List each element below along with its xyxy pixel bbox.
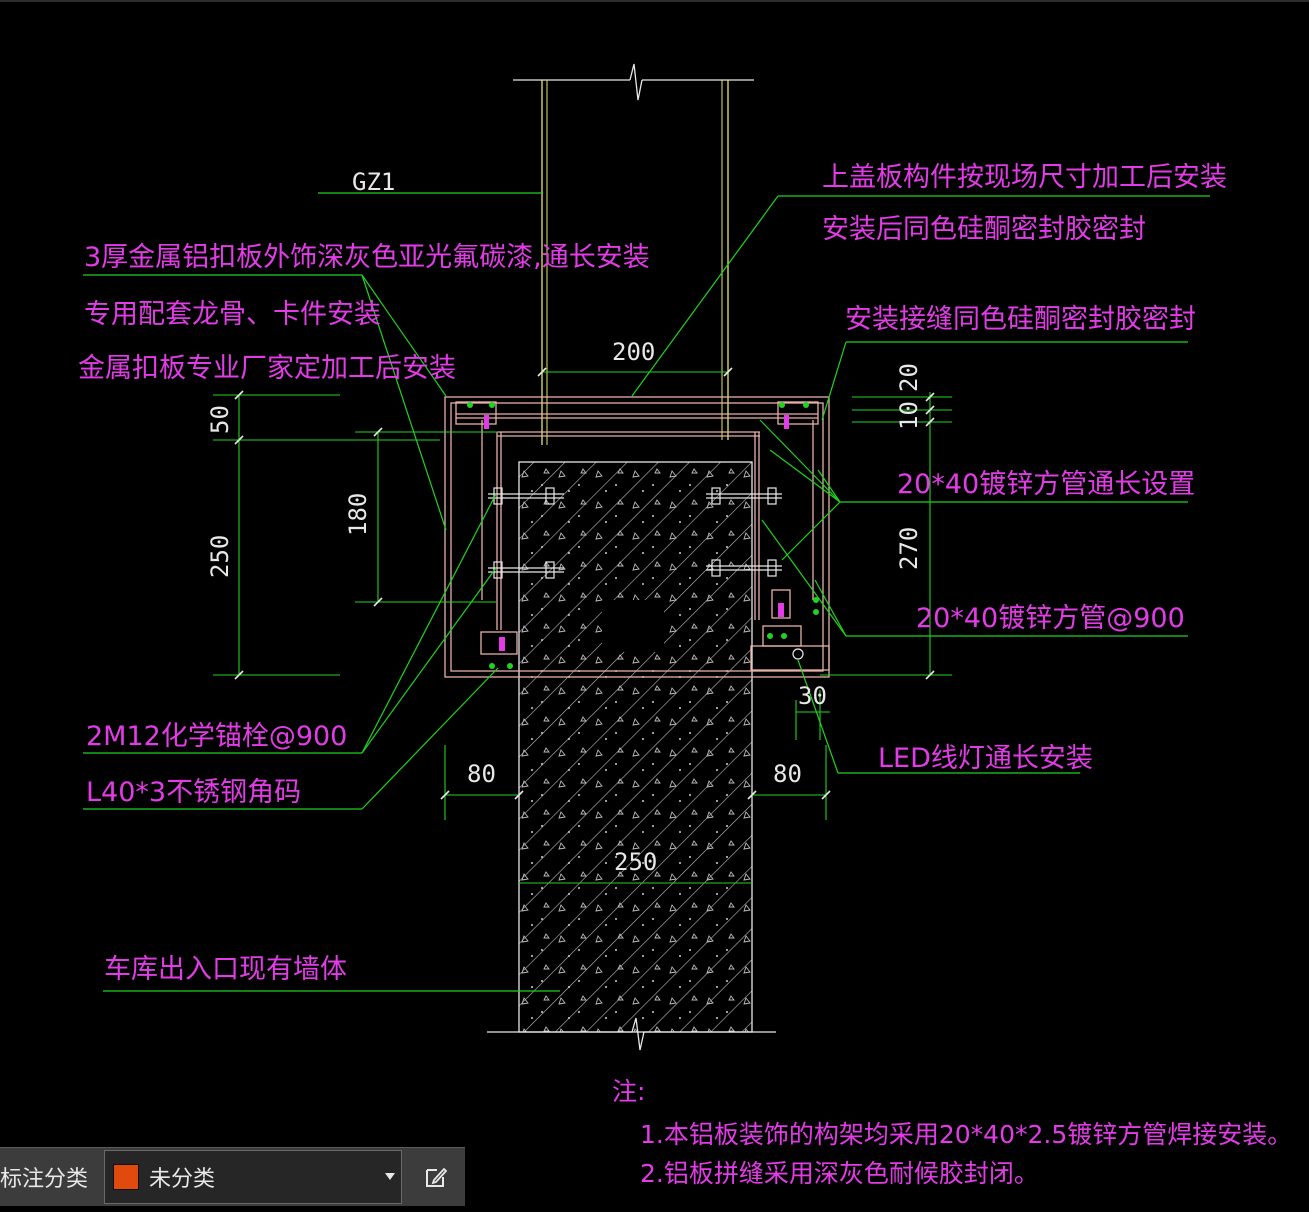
dim-led-30: 30 (798, 682, 827, 710)
dim-bottom-80-left: 80 (467, 760, 496, 788)
annotation-anchor: 2M12化学锚栓@900 (86, 721, 347, 752)
dim-right-10: 10 (895, 401, 923, 430)
notes-line-1: 1.本铝板装饰的构架均采用20*40*2.5镀锌方管焊接安装。 (640, 1120, 1292, 1149)
annotation-panel-2: 专用配套龙骨、卡件安装 (84, 299, 381, 330)
dim-right-270: 270 (895, 527, 923, 570)
annotation-category-select[interactable]: 未分类 (104, 1150, 402, 1204)
chevron-down-icon[interactable] (385, 1173, 395, 1180)
column-label: GZ1 (352, 168, 395, 196)
dim-top-width: 200 (612, 338, 655, 366)
dim-left-250: 250 (206, 535, 234, 578)
cad-drawing[interactable]: GZ1 上盖板构件按现场尺寸加工后安装 安装后同色硅酮密封胶密封 3厚金属铝扣板… (0, 0, 1309, 1212)
annotation-category-label: 标注分类 (0, 1167, 89, 1192)
edit-icon[interactable] (416, 1157, 456, 1197)
annotation-category-toolbar: 标注分类 未分类 (0, 1147, 465, 1206)
annotation-led: LED线灯通长安装 (878, 743, 1093, 774)
dim-bottom-80-right: 80 (773, 760, 802, 788)
dim-right-20: 20 (895, 363, 923, 392)
annotation-angle: L40*3不锈钢角码 (86, 777, 301, 808)
dim-left-180: 180 (344, 493, 372, 536)
notes-title: 注: (612, 1077, 645, 1106)
existing-wall (487, 461, 776, 1051)
annotation-cap-plate-1: 上盖板构件按现场尺寸加工后安装 (822, 162, 1227, 193)
annotation-tube-900: 20*40镀锌方管@900 (916, 603, 1185, 634)
annotation-wall: 车库出入口现有墙体 (104, 954, 347, 985)
annotation-tube-long: 20*40镀锌方管通长设置 (897, 469, 1195, 500)
category-selected-value: 未分类 (149, 1167, 216, 1192)
annotation-joint-seal: 安装接缝同色硅酮密封胶密封 (845, 304, 1196, 335)
annotation-panel-1: 3厚金属铝扣板外饰深灰色亚光氟碳漆,通长安装 (84, 242, 650, 273)
category-color-swatch (113, 1164, 139, 1190)
notes-line-2: 2.铝板拼缝采用深灰色耐候胶封闭。 (640, 1159, 1039, 1188)
annotation-cap-plate-2: 安装后同色硅酮密封胶密封 (822, 214, 1146, 245)
dim-wall-250: 250 (614, 848, 657, 876)
dim-left-50: 50 (206, 405, 234, 434)
annotation-panel-3: 金属扣板专业厂家定加工后安装 (78, 353, 456, 384)
